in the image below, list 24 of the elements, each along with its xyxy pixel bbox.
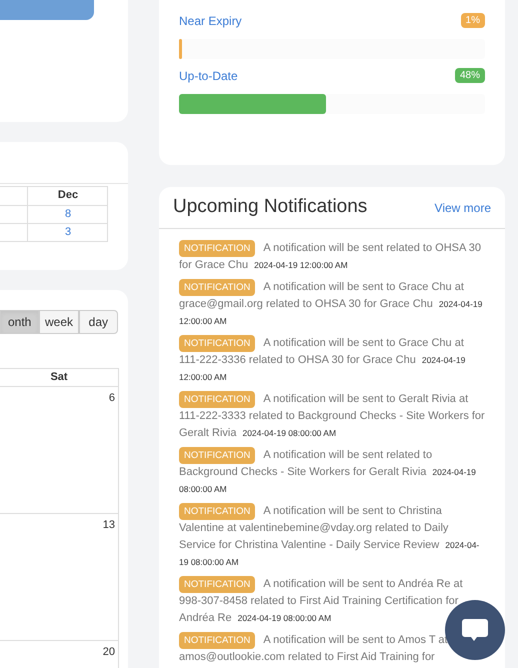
notification-text: NOTIFICATION A notification will be sent to Grace Chu at grace@gmail.org related to OHSA 30 for Grace Chu 2024-04-19 12:00:00 AM <box>179 279 484 328</box>
notification-text: NOTIFICATION A notification will be sent to Geralt Rivia at 111-222-3333 related to Background Checks - Site Workers for Geralt Rivia 2024-04-19 08:00:00 AM <box>179 391 485 441</box>
notification-text: NOTIFICATION A notification will be sent related to OHSA 30 for Grace Chu 2024-04-19 12:00:00 AM <box>179 240 482 273</box>
day-number: 20 <box>102 645 115 659</box>
view-more-link[interactable]: View more <box>434 198 491 216</box>
chat-bubble-icon <box>461 617 489 643</box>
view-tab[interactable]: onth <box>0 310 40 334</box>
percent-badge: 1% <box>460 13 485 28</box>
percent-badge: 48% <box>454 68 485 83</box>
status-label: Up-to-Date <box>179 68 238 84</box>
day-number: 6 <box>108 391 115 405</box>
table-cell: 8 <box>27 206 108 224</box>
view-tab[interactable]: day <box>78 310 118 334</box>
status-label: Near Expiry <box>179 12 242 30</box>
view-tab[interactable]: week <box>39 310 79 334</box>
notification-text: NOTIFICATION A notification will be sent to Grace Chu at 111-222-3336 related to OHSA 30 for Grace Chu 2024-04-19 12:00:00 AM <box>179 335 466 384</box>
day-header: Sat <box>0 368 118 387</box>
table-cell: 3 <box>27 224 108 242</box>
panel-title: Upcoming Notifications <box>173 195 368 220</box>
day-number: 13 <box>102 518 115 532</box>
column-header: Dec <box>27 186 108 206</box>
notification-text: NOTIFICATION A notification will be sent related to Background Checks - Site Workers for Geralt Rivia 2024-04-19 08:00:00 AM <box>179 447 477 496</box>
notification-text: NOTIFICATION A notification will be sent to Christina Valentine at valentinebemine@vday.org related to Daily Service for Christina Valentine - Daily Service Review 2024-04-19 08:00:00 AM <box>179 503 480 569</box>
table-cell <box>0 186 27 206</box>
